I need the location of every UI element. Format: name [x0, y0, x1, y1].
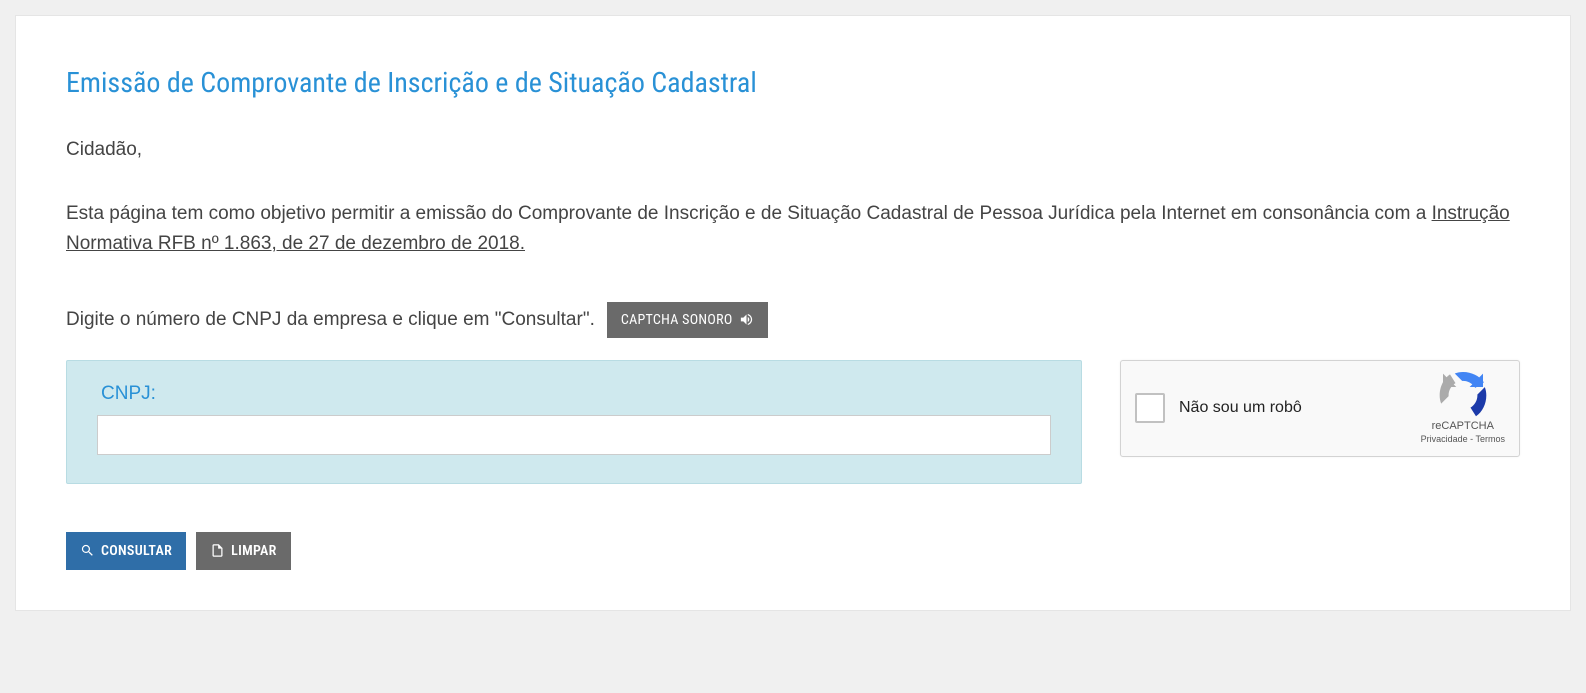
limpar-button[interactable]: LIMPAR	[196, 532, 291, 570]
recaptcha-branding: reCAPTCHA Privacidade - Termos	[1421, 372, 1505, 444]
cnpj-box: CNPJ:	[66, 360, 1082, 484]
main-panel: Emissão de Comprovante de Inscrição e de…	[15, 15, 1571, 611]
volume-icon	[739, 312, 754, 327]
description-text: Esta página tem como objetivo permitir a…	[66, 199, 1520, 260]
instruction-text: Digite o número de CNPJ da empresa e cli…	[66, 309, 595, 331]
audio-captcha-label: CAPTCHA SONORO	[621, 312, 733, 328]
cnpj-label: CNPJ:	[101, 383, 1051, 405]
limpar-label: LIMPAR	[231, 543, 277, 559]
form-row: CNPJ: Não sou um robô reCAPTCHA	[66, 360, 1520, 484]
search-icon	[80, 543, 95, 558]
action-buttons: CONSULTAR LIMPAR	[66, 532, 1520, 570]
consultar-button[interactable]: CONSULTAR	[66, 532, 186, 570]
description-prefix: Esta página tem como objetivo permitir a…	[66, 203, 1432, 224]
audio-captcha-button[interactable]: CAPTCHA SONORO	[607, 302, 768, 338]
recaptcha-checkbox[interactable]	[1135, 393, 1165, 423]
recaptcha-icon	[1438, 372, 1488, 418]
recaptcha-privacy-link[interactable]: Privacidade	[1421, 434, 1468, 444]
file-icon	[210, 543, 225, 558]
page-title: Emissão de Comprovante de Inscrição e de…	[66, 66, 1520, 99]
recaptcha-brand-text: reCAPTCHA	[1421, 420, 1505, 432]
recaptcha-terms-link[interactable]: Termos	[1475, 434, 1505, 444]
recaptcha-links: Privacidade - Termos	[1421, 434, 1505, 444]
cnpj-input[interactable]	[97, 415, 1051, 455]
recaptcha-label: Não sou um robô	[1179, 399, 1407, 417]
recaptcha-widget: Não sou um robô reCAPTCHA Privacidade - …	[1120, 360, 1520, 457]
consultar-label: CONSULTAR	[101, 543, 172, 559]
instruction-row: Digite o número de CNPJ da empresa e cli…	[66, 302, 1520, 338]
greeting-text: Cidadão,	[66, 139, 1520, 161]
